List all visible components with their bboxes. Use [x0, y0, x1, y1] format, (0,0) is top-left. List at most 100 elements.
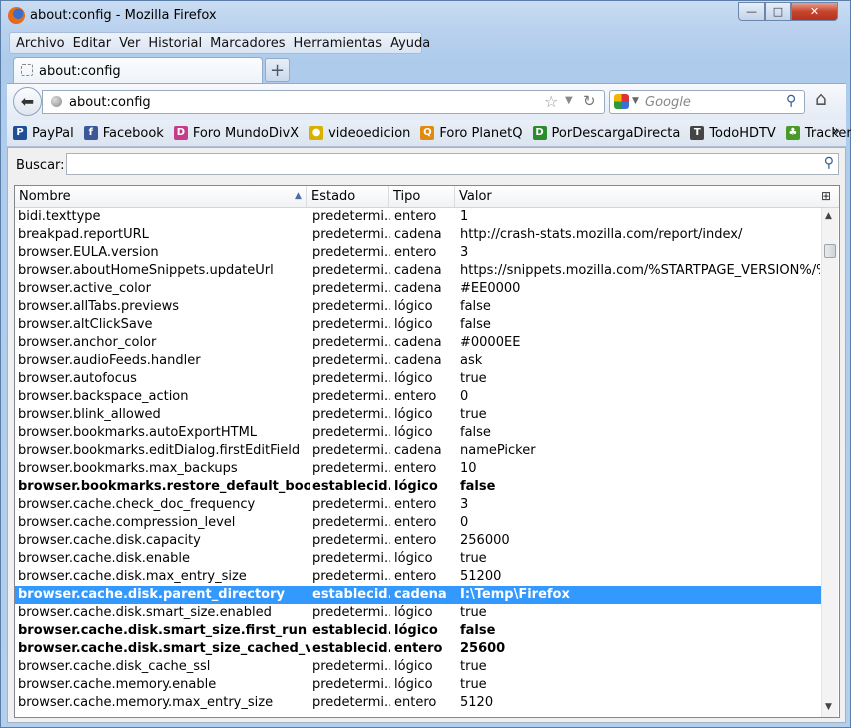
- pref-value-cell: 3: [460, 497, 469, 512]
- table-row[interactable]: browser.cache.memory.max_entry_size prede…: [15, 694, 821, 712]
- google-icon[interactable]: [614, 94, 629, 109]
- bookmark-facebook[interactable]: f Facebook: [83, 126, 164, 141]
- table-row[interactable]: browser.cache.check_doc_frequency predete…: [15, 496, 821, 514]
- minimize-button[interactable]: —: [738, 2, 765, 21]
- pref-type-cell: lógico: [394, 605, 433, 620]
- pref-value-cell: false: [460, 317, 491, 332]
- column-header-tipo[interactable]: Tipo: [389, 186, 455, 207]
- pref-value-cell: #EE0000: [460, 281, 521, 296]
- pref-state-cell: predetermi...: [312, 353, 390, 368]
- pref-value-cell: true: [460, 677, 487, 692]
- table-row[interactable]: browser.bookmarks.editDialog.firstEditFi…: [15, 442, 821, 460]
- planetq-icon: Q: [420, 126, 435, 140]
- tab-label: about:config: [39, 64, 121, 79]
- bookmark-trackerhd[interactable]: ♣ Trackerhd: [785, 125, 851, 141]
- pref-state-cell: predetermi...: [312, 461, 390, 476]
- table-row[interactable]: browser.cache.compression_level predeterm…: [15, 514, 821, 532]
- reload-icon[interactable]: ↻: [583, 92, 596, 110]
- tab-about-config[interactable]: about:config: [13, 57, 263, 84]
- table-row[interactable]: browser.bookmarks.max_backups predetermi.…: [15, 460, 821, 478]
- url-text[interactable]: about:config: [69, 95, 151, 110]
- bookmarks-overflow-chevron-icon[interactable]: »: [832, 124, 840, 139]
- new-tab-button[interactable]: +: [265, 58, 290, 82]
- table-row[interactable]: browser.blink_allowed predetermi... lógico…: [15, 406, 821, 424]
- column-picker-icon[interactable]: ⊞: [821, 189, 831, 203]
- bookmark-todohdtv[interactable]: T TodoHDTV: [690, 126, 776, 141]
- bookmark-foro-planetq[interactable]: Q Foro PlanetQ: [420, 126, 523, 141]
- navigation-toolbar: ⬅ about:config ☆ ▼ ↻ ▼ Google ⚲ ⌂: [7, 83, 846, 121]
- table-row[interactable]: browser.backspace_action predetermi... ent…: [15, 388, 821, 406]
- pref-type-cell: lógico: [394, 677, 433, 692]
- table-row[interactable]: browser.cache.disk.enable predetermi... ló…: [15, 550, 821, 568]
- search-bar[interactable]: ▼ Google ⚲: [609, 90, 805, 114]
- url-bar[interactable]: about:config ☆ ▼ ↻: [42, 90, 605, 114]
- home-icon[interactable]: ⌂: [815, 88, 827, 110]
- pref-name-cell: browser.cache.memory.max_entry_size: [18, 695, 274, 710]
- column-header-nombre[interactable]: Nombre ▲: [15, 186, 307, 207]
- scroll-up-arrow-icon[interactable]: ▲: [825, 211, 832, 221]
- bookmark-label: TodoHDTV: [709, 125, 776, 141]
- menu-editar[interactable]: Editar: [73, 36, 112, 51]
- maximize-button[interactable]: □: [765, 2, 791, 21]
- table-row[interactable]: browser.cache.disk.smart_size.enabled pre…: [15, 604, 821, 622]
- star-icon[interactable]: ☆: [544, 92, 558, 111]
- search-icon[interactable]: ⚲: [786, 93, 796, 109]
- table-row[interactable]: browser.cache.disk.max_entry_size predete…: [15, 568, 821, 586]
- bookmark-videoedicion[interactable]: ● videoedicion: [309, 126, 410, 141]
- table-row[interactable]: browser.cache.disk_cache_ssl predetermi..…: [15, 658, 821, 676]
- back-button[interactable]: ⬅: [13, 87, 42, 116]
- bookmark-paypal[interactable]: P PayPal: [13, 126, 74, 141]
- pref-type-cell: lógico: [394, 659, 433, 674]
- menu-marcadores[interactable]: Marcadores: [210, 36, 285, 51]
- search-placeholder: Google: [645, 95, 691, 110]
- engine-dropdown-icon[interactable]: ▼: [632, 96, 639, 106]
- table-row[interactable]: browser.aboutHomeSnippets.updateUrl prede…: [15, 262, 821, 280]
- table-row[interactable]: breakpad.reportURL predetermi... cadena htt…: [15, 226, 821, 244]
- firefox-logo-icon: [8, 7, 25, 24]
- table-row[interactable]: browser.cache.disk.smart_size_cached_val…: [15, 640, 821, 658]
- table-row[interactable]: browser.audioFeeds.handler predetermi... c…: [15, 352, 821, 370]
- menu-historial[interactable]: Historial: [148, 36, 202, 51]
- pref-state-cell: predetermi...: [312, 317, 390, 332]
- table-row[interactable]: browser.bookmarks.restore_default_bookma…: [15, 478, 821, 496]
- column-label: Valor: [459, 189, 492, 204]
- scroll-down-arrow-icon[interactable]: ▼: [825, 702, 832, 712]
- table-row[interactable]: browser.altClickSave predetermi... lógico f…: [15, 316, 821, 334]
- table-row[interactable]: browser.cache.memory.enable predetermi...…: [15, 676, 821, 694]
- table-row[interactable]: bidi.texttype predetermi... entero 1: [15, 208, 821, 226]
- pref-type-cell: lógico: [394, 371, 433, 386]
- menu-archivo[interactable]: Archivo: [16, 36, 65, 51]
- pref-type-cell: cadena: [394, 587, 447, 602]
- facebook-icon: f: [83, 126, 98, 140]
- table-row[interactable]: browser.cache.disk.smart_size.first_run e…: [15, 622, 821, 640]
- pref-name-cell: browser.EULA.version: [18, 245, 159, 260]
- browser-window: about:config - Mozilla Firefox — □ ✕ Arc…: [0, 0, 851, 728]
- menu-ver[interactable]: Ver: [119, 36, 140, 51]
- pref-value-cell: false: [460, 299, 491, 314]
- pref-name-cell: browser.altClickSave: [18, 317, 153, 332]
- table-row[interactable]: browser.autofocus predetermi... lógico true: [15, 370, 821, 388]
- table-row[interactable]: browser.cache.disk.capacity predetermi...…: [15, 532, 821, 550]
- close-button[interactable]: ✕: [791, 2, 838, 21]
- pref-value-cell: 51200: [460, 569, 502, 584]
- pref-type-cell: entero: [394, 515, 437, 530]
- scrollbar-thumb[interactable]: [824, 244, 836, 258]
- bookmark-pordescargadirecta[interactable]: D PorDescargaDirecta: [532, 126, 680, 141]
- table-row[interactable]: browser.bookmarks.autoExportHTML predeter…: [15, 424, 821, 442]
- table-row[interactable]: browser.anchor_color predetermi... cadena #…: [15, 334, 821, 352]
- history-dropdown-icon[interactable]: ▼: [565, 95, 573, 106]
- table-row[interactable]: browser.active_color predetermi... cadena #…: [15, 280, 821, 298]
- column-header-valor[interactable]: Valor: [455, 186, 821, 207]
- pref-state-cell: predetermi...: [312, 281, 390, 296]
- table-row[interactable]: browser.cache.disk.parent_directory estab…: [15, 586, 821, 604]
- column-header-estado[interactable]: Estado: [307, 186, 389, 207]
- vertical-scrollbar[interactable]: ▲ ▼: [821, 208, 838, 717]
- bookmark-label: Trackerhd: [804, 125, 851, 141]
- menu-ayuda[interactable]: Ayuda: [390, 36, 430, 51]
- config-search-label: Buscar:: [16, 158, 65, 173]
- table-row[interactable]: browser.EULA.version predetermi... entero 3: [15, 244, 821, 262]
- table-row[interactable]: browser.allTabs.previews predetermi... lóg…: [15, 298, 821, 316]
- bookmark-foro-mundodivx[interactable]: D Foro MundoDivX: [173, 126, 299, 141]
- config-search-input[interactable]: ⚲: [66, 153, 839, 175]
- menu-herramientas[interactable]: Herramientas: [294, 36, 383, 51]
